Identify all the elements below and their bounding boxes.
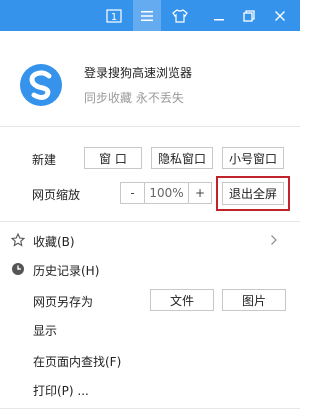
zoom-control: - 100% + (120, 182, 212, 204)
sogou-logo-icon[interactable] (19, 63, 63, 107)
save-as-image-button[interactable]: 图片 (222, 289, 286, 311)
minimize-icon[interactable] (205, 0, 233, 31)
clock-icon (11, 262, 25, 276)
login-title[interactable]: 登录搜狗高速浏览器 (84, 64, 192, 81)
exit-fullscreen-button[interactable]: 退出全屏 (222, 182, 284, 205)
private-window-button[interactable]: 隐私窗口 (151, 147, 213, 169)
menu-item-print[interactable]: 打印(P) ... (33, 382, 89, 399)
menu-item-history[interactable]: 历史记录(H) (33, 262, 99, 279)
restore-icon[interactable] (235, 0, 263, 31)
menu-item-find[interactable]: 在页面内查找(F) (33, 353, 121, 370)
zoom-value: 100% (145, 183, 189, 203)
login-subtitle: 同步收藏 永不丢失 (84, 91, 184, 105)
chevron-right-icon (270, 234, 278, 249)
skin-icon[interactable] (166, 0, 194, 31)
menu-icon[interactable] (133, 0, 161, 31)
new-window-button[interactable]: 窗 口 (84, 147, 142, 169)
menu-item-save-as[interactable]: 网页另存为 (33, 293, 93, 310)
save-as-file-button[interactable]: 文件 (150, 289, 214, 311)
divider (0, 221, 300, 222)
exit-fullscreen-highlight: 退出全屏 (216, 176, 290, 211)
divider (0, 408, 300, 409)
zoom-in-button[interactable]: + (189, 183, 211, 203)
tab-count: 1 (111, 12, 117, 23)
close-icon[interactable] (266, 0, 294, 31)
zoom-out-button[interactable]: - (121, 183, 145, 203)
menu-item-favorites[interactable]: 收藏(B) (33, 233, 75, 250)
menu-item-display[interactable]: 显示 (33, 322, 57, 339)
small-window-button[interactable]: 小号窗口 (222, 147, 284, 169)
new-label: 新建 (32, 153, 57, 167)
zoom-label: 网页缩放 (32, 188, 81, 202)
star-icon (10, 232, 26, 247)
title-bar: 1 (0, 0, 300, 31)
tab-count-icon[interactable]: 1 (100, 0, 128, 31)
